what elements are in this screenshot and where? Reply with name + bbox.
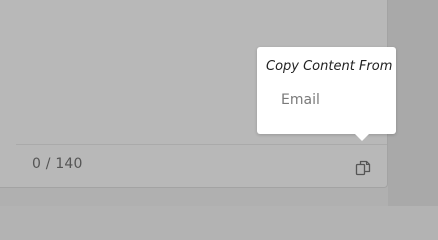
copy-icon [355, 160, 371, 176]
copy-content-button[interactable] [354, 159, 372, 177]
popover-title: Copy Content From [266, 59, 393, 74]
copy-from-email-option[interactable]: Email [281, 92, 320, 108]
character-counter: 0 / 140 [32, 156, 83, 172]
copy-content-popover: Copy Content From Email [257, 47, 396, 141]
editor-footer: 0 / 140 [16, 144, 387, 188]
popover-arrow [355, 134, 369, 141]
